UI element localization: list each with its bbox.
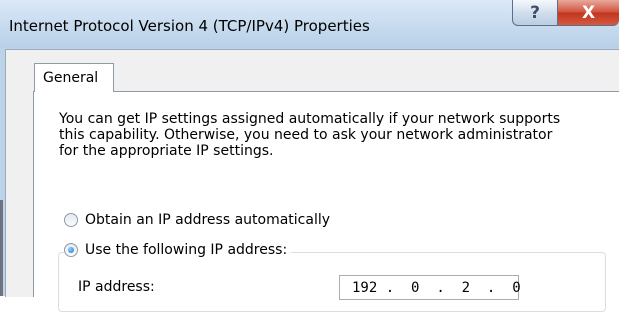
background-window-edge (0, 200, 3, 296)
ip-dot: . (385, 279, 395, 296)
tab-general-label: General (43, 70, 99, 86)
tab-general[interactable]: General (34, 63, 114, 92)
use-following-ip-radio[interactable] (64, 243, 78, 257)
description-line: this capability. Otherwise, you need to … (59, 127, 553, 143)
description-line: You can get IP settings assigned automat… (59, 111, 561, 127)
title-bar[interactable]: Internet Protocol Version 4 (TCP/IPv4) P… (0, 0, 619, 48)
use-following-ip-option[interactable]: Use the following IP address: (64, 242, 292, 258)
dialog-client-area: General You can get IP settings assigned… (5, 49, 619, 312)
ip-octet-1: 192 (352, 279, 378, 296)
obtain-ip-automatically-radio[interactable] (64, 213, 78, 227)
close-button[interactable]: X (557, 0, 619, 26)
ip-octet-2: 0 (411, 279, 420, 296)
obtain-ip-automatically-label: Obtain an IP address automatically (85, 212, 331, 228)
ip-octet-3: 2 (461, 279, 471, 296)
close-icon: X (581, 2, 596, 23)
description-line: for the appropriate IP settings. (59, 143, 274, 159)
window-title: Internet Protocol Version 4 (TCP/IPv4) P… (9, 17, 370, 35)
ipv4-properties-dialog: Internet Protocol Version 4 (TCP/IPv4) P… (0, 0, 619, 312)
description-text: You can get IP settings assigned automat… (59, 111, 579, 159)
use-following-ip-label: Use the following IP address: (85, 242, 288, 258)
help-icon: ? (530, 2, 540, 23)
ip-octet-4: 0 (512, 279, 521, 296)
ip-dot: . (486, 279, 496, 296)
ip-address-input[interactable]: 192 . 0 . 2 . 0 (339, 275, 521, 300)
ip-dot: . (436, 279, 445, 296)
help-button[interactable]: ? (512, 0, 558, 26)
ip-address-label: IP address: (78, 279, 155, 295)
general-tab-panel: You can get IP settings assigned automat… (33, 91, 619, 312)
obtain-ip-automatically-option[interactable]: Obtain an IP address automatically (64, 212, 330, 228)
